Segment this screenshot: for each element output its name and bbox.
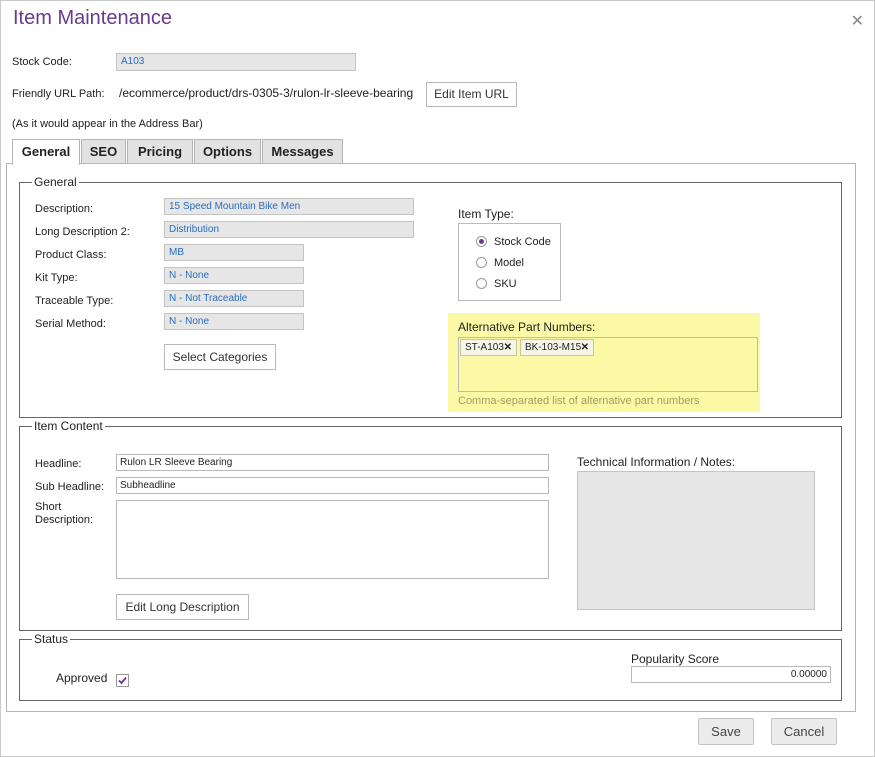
stock-code-label: Stock Code: xyxy=(12,56,72,68)
address-bar-note: (As it would appear in the Address Bar) xyxy=(12,118,203,130)
long-description-2-label: Long Description 2: xyxy=(35,226,130,238)
remove-chip-icon[interactable]: ✕ xyxy=(504,340,512,355)
description-label: Description: xyxy=(35,203,94,215)
tech-info-label: Technical Information / Notes: xyxy=(577,455,736,469)
alt-part-chip-label: BK-103-M15 xyxy=(525,342,582,353)
short-description-label-2: Description: xyxy=(35,514,94,526)
tab-seo[interactable]: SEO xyxy=(81,139,126,163)
edit-item-url-button[interactable]: Edit Item URL xyxy=(426,82,517,107)
alt-part-chip: BK-103-M15 ✕ xyxy=(520,339,594,356)
radio-stock-code[interactable] xyxy=(476,236,487,247)
product-class-field: MB xyxy=(164,244,304,261)
radio-model[interactable] xyxy=(476,257,487,268)
tab-general[interactable]: General xyxy=(12,139,80,165)
description-field: 15 Speed Mountain Bike Men xyxy=(164,198,414,215)
select-categories-button[interactable]: Select Categories xyxy=(164,344,276,370)
short-description-label-1: Short xyxy=(35,501,62,513)
stock-code-field: A103 xyxy=(116,53,356,71)
item-content-legend: Item Content xyxy=(32,419,105,433)
remove-chip-icon[interactable]: ✕ xyxy=(581,340,589,355)
item-type-label: Item Type: xyxy=(458,207,514,221)
cancel-button[interactable]: Cancel xyxy=(771,718,837,745)
product-class-label: Product Class: xyxy=(35,249,107,261)
friendly-url-value: /ecommerce/product/drs-0305-3/rulon-lr-s… xyxy=(119,86,414,100)
tab-options[interactable]: Options xyxy=(194,139,261,163)
popularity-input[interactable]: 0.00000 xyxy=(631,666,831,683)
sub-headline-input[interactable]: Subheadline xyxy=(116,477,549,494)
checkmark-icon xyxy=(118,676,127,685)
edit-long-description-button[interactable]: Edit Long Description xyxy=(116,594,249,620)
radio-sku[interactable] xyxy=(476,278,487,289)
approved-label: Approved xyxy=(56,671,108,685)
alt-parts-help: Comma-separated list of alternative part… xyxy=(458,395,700,407)
traceable-type-label: Traceable Type: xyxy=(35,295,114,307)
close-icon[interactable]: ✕ xyxy=(851,11,864,31)
status-legend: Status xyxy=(32,632,71,646)
kit-type-field: N - None xyxy=(164,267,304,284)
alt-parts-label: Alternative Part Numbers: xyxy=(458,320,596,334)
tech-info-textarea[interactable] xyxy=(577,471,815,610)
dialog-title: Item Maintenance xyxy=(13,7,172,29)
headline-label: Headline: xyxy=(35,458,82,470)
save-button[interactable]: Save xyxy=(698,718,754,745)
radio-model-label: Model xyxy=(494,257,524,269)
alt-part-chip: ST-A103 ✕ xyxy=(460,339,517,356)
traceable-type-field: N - Not Traceable xyxy=(164,290,304,307)
friendly-url-label: Friendly URL Path: xyxy=(12,88,105,100)
serial-method-label: Serial Method: xyxy=(35,318,106,330)
sub-headline-label: Sub Headline: xyxy=(35,481,105,493)
popularity-label: Popularity Score xyxy=(631,652,720,666)
short-description-textarea[interactable] xyxy=(116,500,549,579)
general-legend: General xyxy=(32,175,79,189)
long-description-2-field: Distribution xyxy=(164,221,414,238)
approved-checkbox[interactable] xyxy=(116,674,129,687)
serial-method-field: N - None xyxy=(164,313,304,330)
tab-messages[interactable]: Messages xyxy=(262,139,343,163)
tab-pricing[interactable]: Pricing xyxy=(127,139,193,163)
radio-stock-code-label: Stock Code xyxy=(494,236,551,248)
radio-sku-label: SKU xyxy=(494,278,517,290)
kit-type-label: Kit Type: xyxy=(35,272,78,284)
item-maintenance-dialog: Item Maintenance ✕ Stock Code: A103 Frie… xyxy=(0,0,875,757)
headline-input[interactable]: Rulon LR Sleeve Bearing xyxy=(116,454,549,471)
alt-part-chip-label: ST-A103 xyxy=(465,342,504,353)
